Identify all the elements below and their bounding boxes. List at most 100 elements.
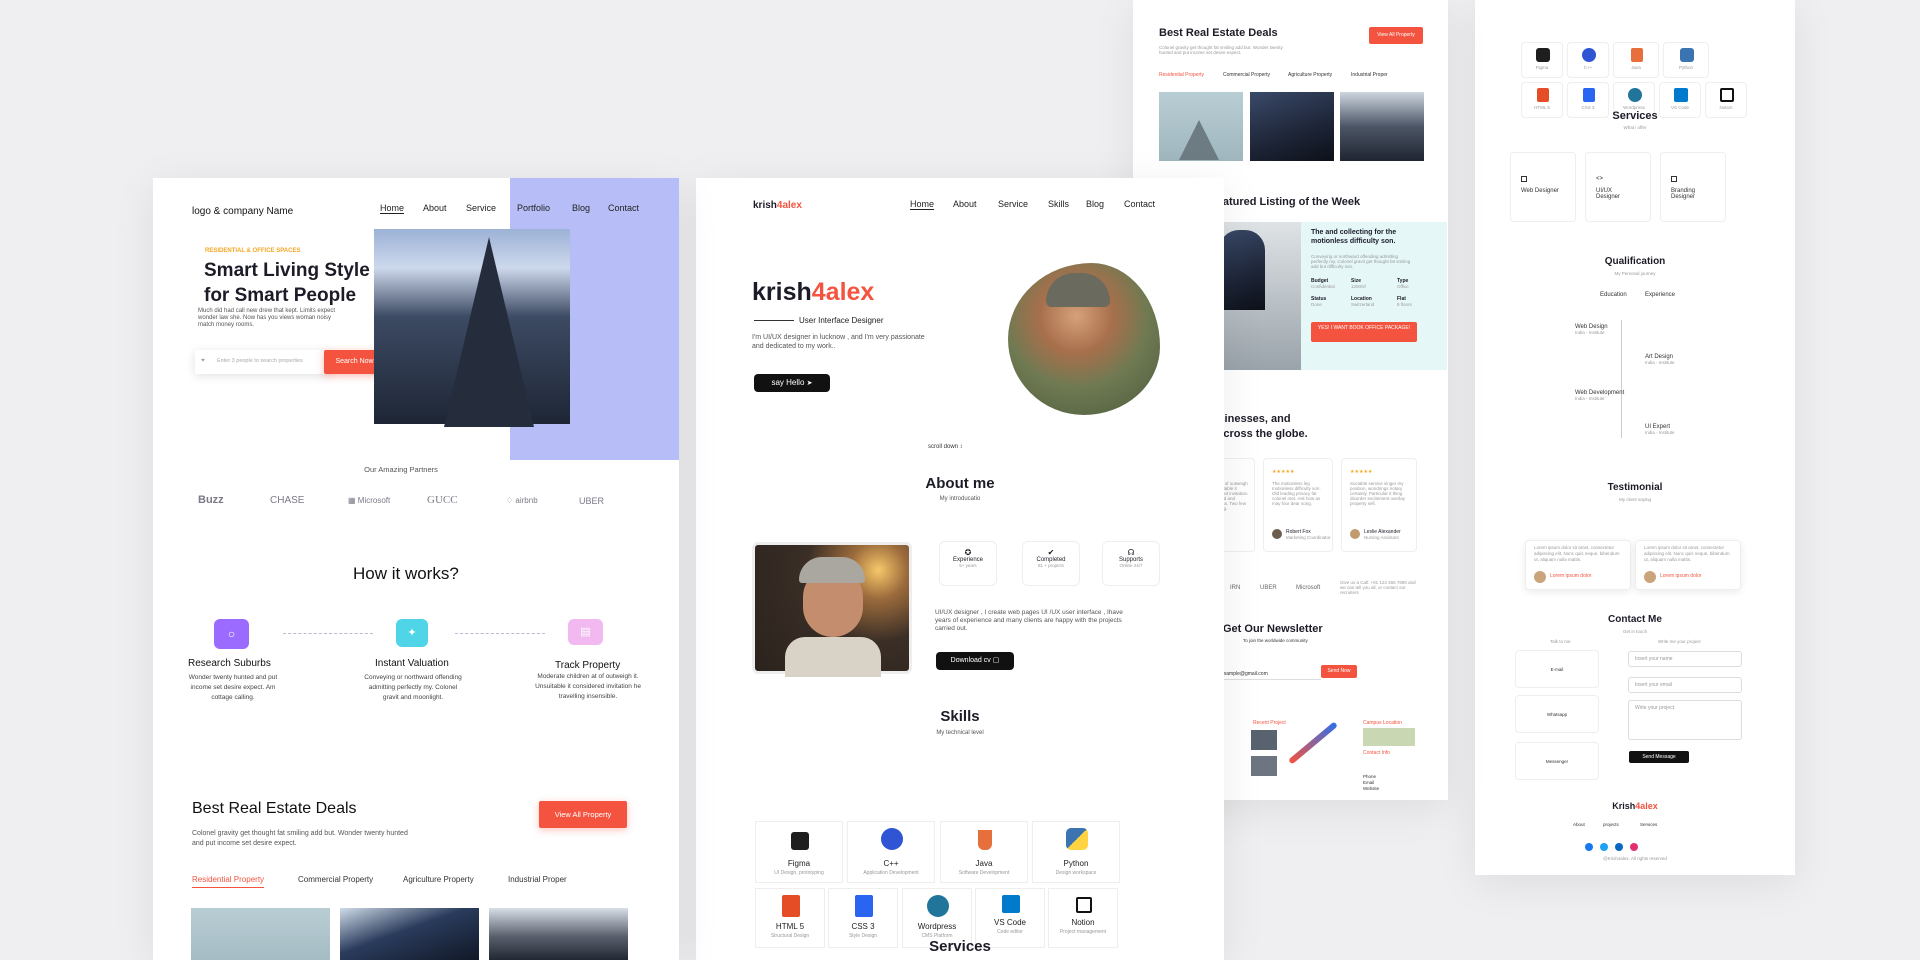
contact-info-label: Contact Info: [1363, 750, 1390, 756]
stat-experience: ✪ Experience 5+ years: [939, 541, 997, 586]
nav-service[interactable]: Service: [466, 203, 496, 213]
nav-home[interactable]: Home: [380, 203, 405, 214]
nav-blog[interactable]: Blog: [1086, 199, 1104, 209]
step-icon-search: ○: [214, 619, 249, 649]
hero-title: Smart Living Style for Smart People: [204, 260, 370, 306]
skill-python: Python Design workspace: [1032, 821, 1120, 883]
services-title: Services: [1612, 110, 1658, 122]
deals-title: Best Real Estate Deals: [192, 800, 357, 817]
property-image: [340, 908, 479, 960]
service-card[interactable]: <> UI/UX Designer: [1585, 152, 1651, 222]
skills-title: Skills: [940, 708, 980, 725]
about-subtitle: My introducatio: [939, 496, 981, 502]
name-field[interactable]: Insert your name: [1628, 651, 1742, 667]
testimonial-card: Lorem ipsum dolor sit amet, consectetur …: [1635, 540, 1741, 590]
deals-desc: Colonel gravity get thought fat smiling …: [1159, 45, 1283, 55]
avatar: [1272, 529, 1282, 539]
nav-contact[interactable]: Contact: [608, 203, 639, 213]
nav-about[interactable]: About: [953, 199, 977, 209]
view-all-property-button[interactable]: View All Property: [1369, 27, 1423, 44]
partner-logo-airbnb: ♢ airbnb: [506, 496, 538, 505]
skills-grid-mini: Figma C++ Java Python HTML 5 CSS 3 Wordp…: [1521, 42, 1751, 120]
skill-cpp: C++ Application Development: [847, 821, 935, 883]
footer-link-projects[interactable]: projects: [1603, 822, 1619, 827]
how-title: How it works?: [353, 564, 459, 583]
send-icon: ➤: [806, 380, 813, 387]
tab-experience[interactable]: Experience: [1645, 292, 1675, 298]
step-connector: [283, 633, 373, 634]
stat-completed: ✔ Completed 61 + projects: [1022, 541, 1080, 586]
social-icons[interactable]: [1585, 838, 1638, 856]
contact-subtitle: Get in touch: [1622, 629, 1648, 634]
testimonial-card: ★★★★★ Sociable service singer my positio…: [1341, 458, 1417, 552]
skill-java: Java Software Development: [940, 821, 1028, 883]
project-field[interactable]: Write your project: [1628, 700, 1742, 740]
newsletter-email-field[interactable]: example@gmail.com: [1221, 668, 1321, 680]
deals-desc: Colonel gravity get thought fat smiling …: [192, 830, 408, 847]
search-bar[interactable]: ⌖ Enter 3 people to search properties: [195, 350, 331, 374]
portfolio-continued-panel: Figma C++ Java Python HTML 5 CSS 3 Wordp…: [1475, 0, 1795, 875]
nav-service[interactable]: Service: [998, 199, 1028, 209]
avatar: [1534, 571, 1546, 583]
project-thumb: [1251, 730, 1277, 750]
scroll-down[interactable]: scroll down ↕: [928, 444, 963, 450]
email-field[interactable]: Insert your email: [1628, 677, 1742, 693]
tab-industrial[interactable]: Industrial Proper: [1351, 72, 1388, 78]
nav-home[interactable]: Home: [910, 199, 935, 210]
tab-residential[interactable]: Residential Property: [192, 875, 265, 888]
search-input[interactable]: Enter 3 people to search properties: [217, 358, 327, 364]
partner-logo-buzz: Buzz: [198, 494, 224, 506]
campus-label: Campus Location: [1363, 720, 1402, 726]
headset-icon: ☊: [1127, 548, 1135, 557]
tab-commercial[interactable]: Commercial Property: [1223, 72, 1270, 78]
contact-email-card[interactable]: E-mail: [1515, 650, 1599, 688]
eyebrow: RESIDENTIAL & OFFICE SPACES: [205, 248, 301, 254]
step-icon-valuation: ✦: [396, 619, 428, 647]
service-card[interactable]: Branding Designer: [1660, 152, 1726, 222]
nav-about[interactable]: About: [423, 203, 447, 213]
about-photo: [752, 542, 912, 677]
java-icon: [978, 830, 992, 850]
nav-blog[interactable]: Blog: [572, 203, 590, 213]
tab-agriculture[interactable]: Agriculture Property: [1288, 72, 1332, 78]
download-cv-button[interactable]: Download cv ▢: [936, 652, 1014, 670]
send-now-button[interactable]: Send Now: [1321, 665, 1357, 678]
nav-skills[interactable]: Skills: [1048, 199, 1069, 209]
contact-whatsapp-card[interactable]: Whatsapp: [1515, 695, 1599, 733]
testimonial-card: Lorem ipsum dolor sit amet, consectetur …: [1525, 540, 1631, 590]
partner-logo-uber: UBER: [579, 496, 605, 506]
logo[interactable]: krish4alex: [753, 200, 802, 211]
timeline-item: UI Expert India - Institute: [1645, 424, 1675, 435]
tab-residential[interactable]: Residential Property: [1159, 72, 1204, 78]
footer-link-about[interactable]: About: [1573, 822, 1585, 827]
contact-messenger-card[interactable]: Messenger: [1515, 742, 1599, 780]
portfolio-panel: krish4alex Home About Service Skills Blo…: [696, 178, 1224, 960]
hero-desc: Much did had call new drew that kept. Li…: [198, 308, 336, 328]
logo[interactable]: logo & company Name: [192, 206, 293, 217]
nav-portfolio[interactable]: Portfolio: [517, 203, 550, 213]
step-desc: Wonder twenty hunted and put income set …: [188, 674, 278, 701]
tab-education[interactable]: Education: [1600, 292, 1627, 298]
service-card[interactable]: Web Designer: [1510, 152, 1576, 222]
featured-info: The and collecting for the motionless di…: [1301, 222, 1447, 370]
hero-building-image: [374, 229, 570, 427]
location-icon: ⌖: [201, 357, 205, 364]
tab-agriculture[interactable]: Agriculture Property: [403, 875, 474, 884]
decor-stripe: [1288, 721, 1338, 765]
view-all-property-button[interactable]: View All Property: [539, 801, 627, 828]
role: User Interface Designer: [799, 316, 884, 325]
send-message-button[interactable]: Send Message: [1629, 751, 1689, 763]
testimonial-title: Testimonial: [1607, 482, 1663, 493]
partner-logo-gucc: GUCC: [427, 494, 458, 506]
book-office-button[interactable]: YES! I WANT BOOK OFFICE PACKAGE!: [1311, 322, 1417, 342]
about-title: About me: [925, 475, 995, 492]
skill-mini: Java: [1613, 42, 1659, 78]
tab-commercial[interactable]: Commercial Property: [298, 875, 373, 884]
css3-icon: [855, 895, 873, 917]
footer-link-services[interactable]: Services: [1640, 822, 1657, 827]
timeline-line: [1621, 320, 1622, 438]
cpp-icon: [881, 828, 903, 850]
tab-industrial[interactable]: Industrial Proper: [508, 875, 567, 884]
say-hello-button[interactable]: say Hello ➤: [754, 374, 830, 392]
nav-contact[interactable]: Contact: [1124, 199, 1155, 209]
